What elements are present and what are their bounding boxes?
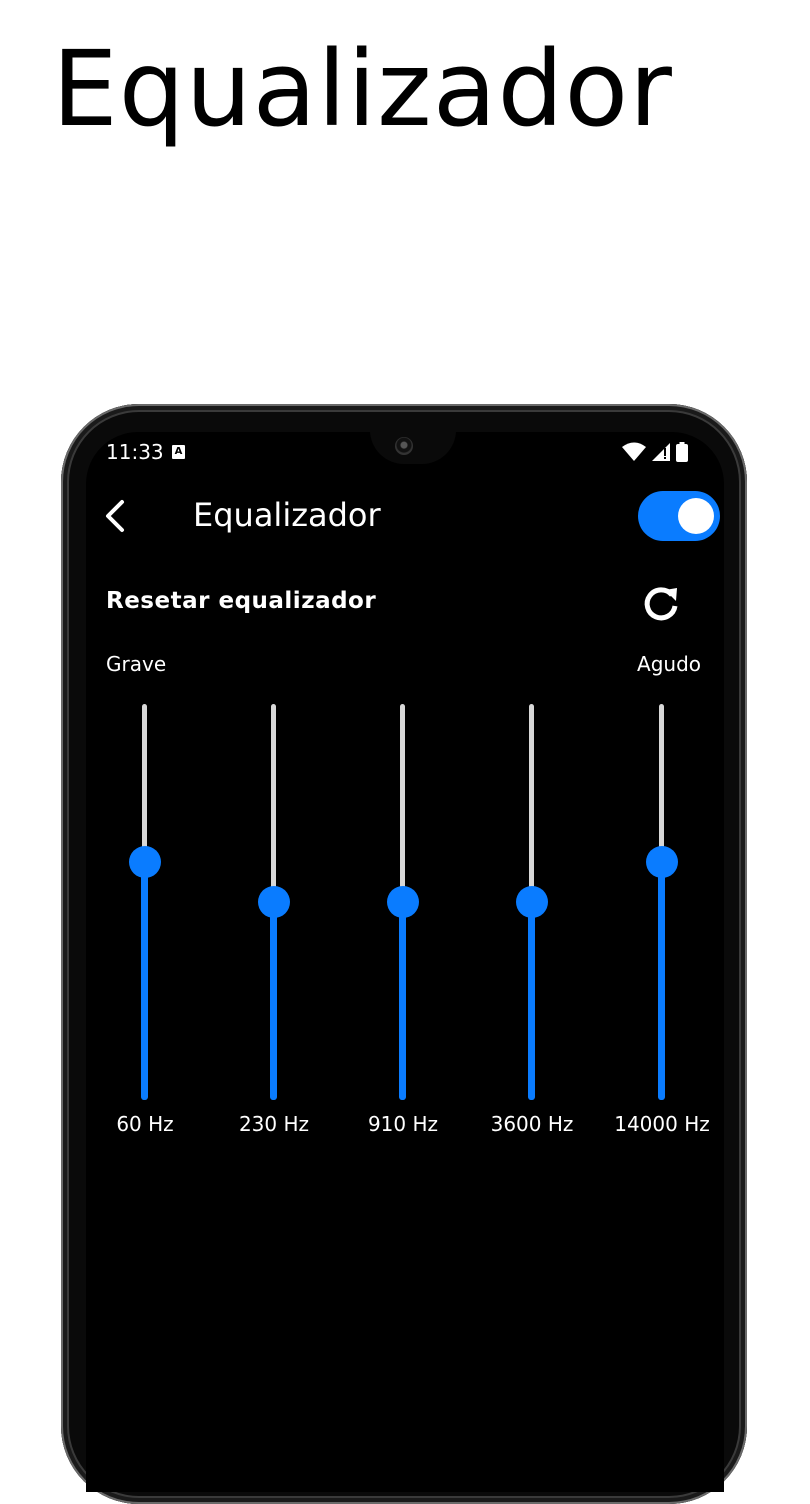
slider-fill xyxy=(658,862,665,1100)
slider-thumb[interactable] xyxy=(646,846,678,879)
slider-thumb[interactable] xyxy=(387,886,419,918)
battery-icon xyxy=(676,442,688,462)
keyboard-a-icon: A xyxy=(172,445,185,459)
reset-equalizer-label[interactable]: Resetar equalizador xyxy=(106,588,376,614)
wifi-icon xyxy=(622,442,646,461)
band-frequency-label: 230 Hz xyxy=(238,1112,310,1136)
slider-fill xyxy=(270,902,277,1100)
equalizer-toggle[interactable] xyxy=(638,491,720,541)
band-slider[interactable] xyxy=(244,704,304,1100)
band-frequency-label: 14000 Hz xyxy=(614,1112,710,1136)
band-frequency-label: 3600 Hz xyxy=(490,1112,574,1136)
slider-thumb[interactable] xyxy=(129,846,161,879)
status-time: 11:33 xyxy=(106,440,164,464)
slider-fill xyxy=(141,862,148,1100)
band-slider[interactable] xyxy=(502,704,562,1100)
header-title: Equalizador xyxy=(193,496,381,534)
promo-title: Equalizador xyxy=(52,28,673,150)
back-arrow-icon[interactable] xyxy=(100,496,136,536)
toggle-knob xyxy=(678,498,714,534)
bass-label: Grave xyxy=(106,652,167,676)
band-frequency-label: 60 Hz xyxy=(116,1112,174,1136)
slider-thumb[interactable] xyxy=(258,886,290,918)
band-slider[interactable] xyxy=(115,704,175,1100)
status-icons xyxy=(622,442,688,462)
slider-fill xyxy=(528,902,535,1100)
band-slider[interactable] xyxy=(632,704,692,1100)
camera-icon xyxy=(395,437,413,455)
band-frequency-label: 910 Hz xyxy=(367,1112,439,1136)
notch xyxy=(370,432,456,464)
refresh-icon[interactable] xyxy=(639,582,683,626)
band-slider[interactable] xyxy=(373,704,433,1100)
treble-label: Agudo xyxy=(637,652,701,676)
slider-thumb[interactable] xyxy=(516,886,548,918)
phone-screen: 11:33 A Equalizador Resetar equalizador … xyxy=(86,432,724,1492)
slider-fill xyxy=(399,902,406,1100)
signal-icon xyxy=(652,443,670,461)
